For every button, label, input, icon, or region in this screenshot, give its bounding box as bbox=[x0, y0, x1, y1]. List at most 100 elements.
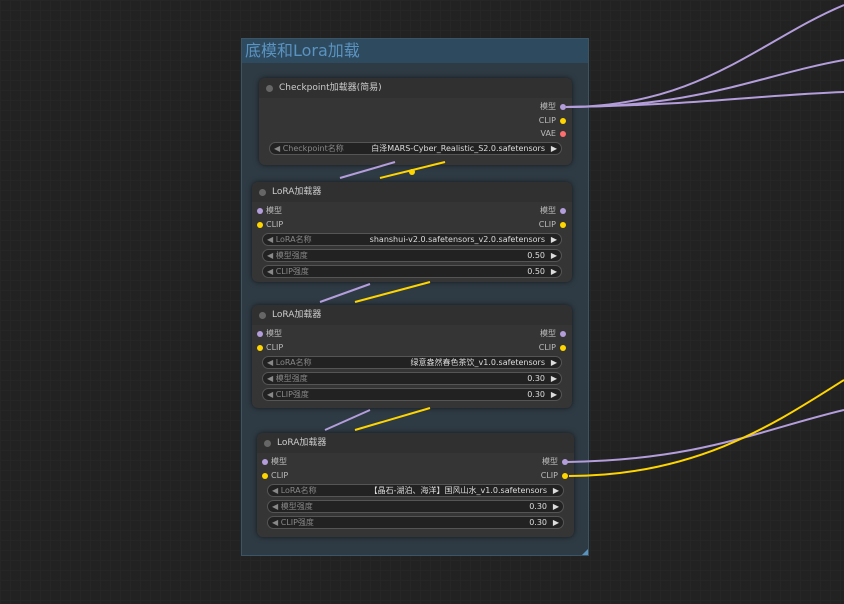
output-slot-clip[interactable]: CLIP bbox=[541, 470, 568, 482]
slot-label: CLIP bbox=[538, 220, 556, 229]
arrow-right-icon[interactable]: ▶ bbox=[551, 266, 557, 277]
arrow-right-icon[interactable]: ▶ bbox=[551, 373, 557, 384]
slot-dot-icon bbox=[560, 208, 566, 214]
collapse-dot-icon[interactable] bbox=[259, 189, 266, 196]
arrow-right-icon[interactable]: ▶ bbox=[551, 389, 557, 400]
widget-value: 0.30 bbox=[529, 518, 547, 527]
slot-label: 模型 bbox=[540, 329, 556, 338]
output-slot-clip[interactable]: CLIP bbox=[538, 219, 566, 231]
output-slot-model[interactable]: 模型 bbox=[540, 205, 566, 217]
slot-dot-icon bbox=[560, 345, 566, 351]
input-slot-model[interactable]: 模型 bbox=[262, 456, 287, 468]
slot-dot-icon bbox=[560, 104, 566, 110]
collapse-dot-icon[interactable] bbox=[264, 440, 271, 447]
input-slot-model[interactable]: 模型 bbox=[257, 328, 282, 340]
widget-value: 【晶石-湖泊、海洋】国风山水_v1.0.safetensors bbox=[369, 486, 547, 495]
widget-model-strength[interactable]: ◀ 模型强度 0.30 ▶ bbox=[267, 500, 564, 513]
wire-model bbox=[565, 4, 844, 108]
arrow-right-icon[interactable]: ▶ bbox=[551, 234, 557, 245]
widget-value: 绿意盎然春色茶饮_v1.0.safetensors bbox=[410, 358, 545, 367]
widget-value: 0.50 bbox=[527, 251, 545, 260]
slot-label: CLIP bbox=[538, 116, 556, 125]
arrow-left-icon[interactable]: ◀ bbox=[272, 518, 278, 527]
widget-value: 0.30 bbox=[529, 502, 547, 511]
input-slot-clip[interactable]: CLIP bbox=[257, 342, 283, 354]
widget-label: LoRA名称 bbox=[280, 486, 317, 495]
output-slot-vae[interactable]: VAE bbox=[540, 128, 566, 140]
widget-name-select[interactable]: ◀ LoRA名称 【晶石-湖泊、海洋】国风山水_v1.0.safetensors… bbox=[267, 484, 564, 497]
node-title-text: LoRA加载器 bbox=[277, 438, 327, 448]
input-slot-clip[interactable]: CLIP bbox=[262, 470, 289, 482]
widget-name-select[interactable]: ◀ Checkpoint名称 白泽MARS-Cyber_Realistic_S2… bbox=[269, 142, 562, 155]
arrow-left-icon[interactable]: ◀ bbox=[272, 486, 278, 495]
input-slot-model[interactable]: 模型 bbox=[257, 205, 282, 217]
widget-clip-strength[interactable]: ◀ CLIP强度 0.50 ▶ bbox=[262, 265, 562, 278]
node-title[interactable]: Checkpoint加载器(简易) bbox=[259, 78, 572, 98]
node-title-text: Checkpoint加载器(简易) bbox=[279, 83, 382, 93]
slot-dot-icon bbox=[560, 118, 566, 124]
slot-dot-icon bbox=[562, 473, 568, 479]
node-lora-loader[interactable]: LoRA加载器模型 CLIP 模型 CLIP ◀ LoRA名称 【晶石-湖泊、海洋】国… bbox=[257, 433, 574, 537]
arrow-right-icon[interactable]: ▶ bbox=[551, 143, 557, 154]
output-slot-model[interactable]: 模型 bbox=[542, 456, 568, 468]
widget-label: Checkpoint名称 bbox=[282, 144, 344, 153]
node-title[interactable]: LoRA加载器 bbox=[257, 433, 574, 453]
arrow-left-icon[interactable]: ◀ bbox=[267, 358, 273, 367]
output-slot-model[interactable]: 模型 bbox=[540, 328, 566, 340]
widget-label: CLIP强度 bbox=[275, 267, 309, 276]
arrow-left-icon[interactable]: ◀ bbox=[267, 267, 273, 276]
arrow-right-icon[interactable]: ▶ bbox=[551, 250, 557, 261]
slot-dot-icon bbox=[262, 473, 268, 479]
slot-label: VAE bbox=[540, 129, 557, 138]
node-checkpoint-loader[interactable]: Checkpoint加载器(简易) 模型 CLIP VAE ◀ Checkpoint名… bbox=[259, 78, 572, 165]
node-title-text: LoRA加载器 bbox=[272, 310, 322, 320]
output-slot-model[interactable]: 模型 bbox=[540, 101, 566, 113]
slot-dot-icon bbox=[262, 459, 268, 465]
widget-label: 模型强度 bbox=[275, 251, 308, 260]
group-resize-handle[interactable] bbox=[582, 549, 588, 555]
arrow-left-icon[interactable]: ◀ bbox=[272, 502, 278, 511]
arrow-left-icon[interactable]: ◀ bbox=[274, 144, 280, 153]
collapse-dot-icon[interactable] bbox=[266, 85, 273, 92]
widget-clip-strength[interactable]: ◀ CLIP强度 0.30 ▶ bbox=[262, 388, 562, 401]
node-title[interactable]: LoRA加载器 bbox=[252, 305, 572, 325]
group-title[interactable]: 底模和Lora加载 bbox=[242, 39, 588, 63]
slot-label: 模型 bbox=[540, 102, 556, 111]
collapse-dot-icon[interactable] bbox=[259, 312, 266, 319]
arrow-right-icon[interactable]: ▶ bbox=[551, 357, 557, 368]
slot-label: CLIP bbox=[538, 343, 556, 352]
arrow-right-icon[interactable]: ▶ bbox=[553, 485, 559, 496]
widget-label: 模型强度 bbox=[280, 502, 313, 511]
arrow-left-icon[interactable]: ◀ bbox=[267, 374, 273, 383]
wire-model bbox=[566, 409, 844, 463]
arrow-left-icon[interactable]: ◀ bbox=[267, 235, 273, 244]
output-slot-clip[interactable]: CLIP bbox=[538, 115, 566, 127]
slot-dot-icon bbox=[562, 459, 568, 465]
arrow-right-icon[interactable]: ▶ bbox=[553, 517, 559, 528]
widget-label: 模型强度 bbox=[275, 374, 308, 383]
slot-label: 模型 bbox=[540, 206, 556, 215]
widget-label: CLIP强度 bbox=[280, 518, 314, 527]
slot-dot-icon bbox=[257, 222, 263, 228]
widget-name-select[interactable]: ◀ LoRA名称 绿意盎然春色茶饮_v1.0.safetensors ▶ bbox=[262, 356, 562, 369]
arrow-left-icon[interactable]: ◀ bbox=[267, 251, 273, 260]
output-slot-clip[interactable]: CLIP bbox=[538, 342, 566, 354]
widget-name-select[interactable]: ◀ LoRA名称 shanshui-v2.0.safetensors_v2.0.… bbox=[262, 233, 562, 246]
slot-dot-icon bbox=[560, 331, 566, 337]
node-title[interactable]: LoRA加载器 bbox=[252, 182, 572, 202]
widget-model-strength[interactable]: ◀ 模型强度 0.50 ▶ bbox=[262, 249, 562, 262]
widget-value: shanshui-v2.0.safetensors_v2.0.safetenso… bbox=[369, 235, 545, 244]
arrow-right-icon[interactable]: ▶ bbox=[553, 501, 559, 512]
wire-model bbox=[565, 59, 844, 108]
node-lora-loader[interactable]: LoRA加载器模型 CLIP 模型 CLIP ◀ LoRA名称 shanshui-v2… bbox=[252, 182, 572, 282]
widget-clip-strength[interactable]: ◀ CLIP强度 0.30 ▶ bbox=[267, 516, 564, 529]
node-title-text: LoRA加载器 bbox=[272, 187, 322, 197]
wire-model bbox=[565, 91, 844, 108]
slot-dot-icon bbox=[560, 222, 566, 228]
input-slot-clip[interactable]: CLIP bbox=[257, 219, 283, 231]
arrow-left-icon[interactable]: ◀ bbox=[267, 390, 273, 399]
node-lora-loader[interactable]: LoRA加载器模型 CLIP 模型 CLIP ◀ LoRA名称 绿意盎然春色茶饮_v1… bbox=[252, 305, 572, 408]
slot-label: 模型 bbox=[266, 206, 282, 215]
widget-model-strength[interactable]: ◀ 模型强度 0.30 ▶ bbox=[262, 372, 562, 385]
slot-label: CLIP bbox=[271, 471, 289, 480]
